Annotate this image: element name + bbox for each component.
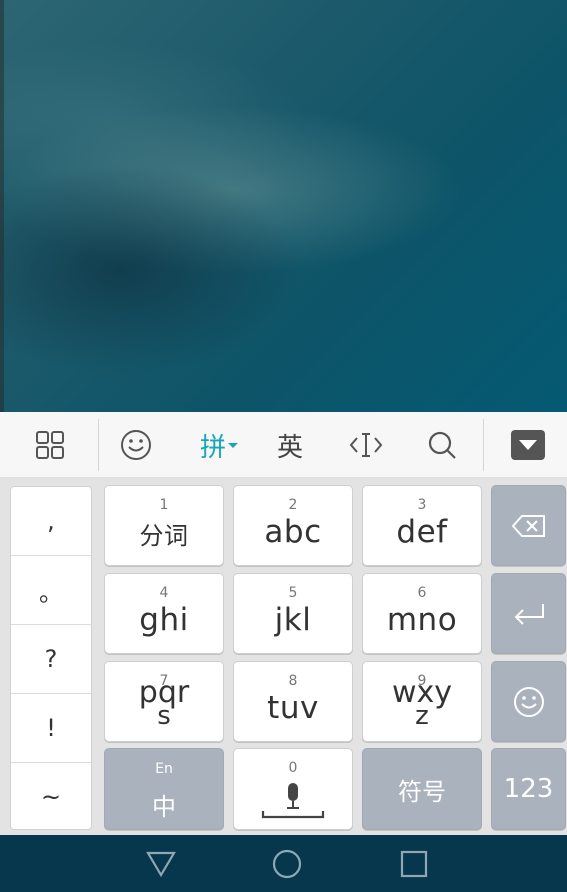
key-5-jkl[interactable]: 5 jkl — [233, 573, 353, 654]
pinyin-mode-button[interactable]: 拼 — [186, 412, 252, 478]
chevron-down-icon — [228, 443, 238, 448]
key-9-wxyz[interactable]: 9 wxy z — [362, 661, 482, 742]
symbols-button[interactable]: 符号 — [362, 748, 482, 830]
key-label: mno — [386, 602, 458, 638]
numbers-label: 123 — [503, 774, 554, 804]
emoji-button[interactable] — [491, 661, 566, 742]
apps-grid-icon[interactable] — [20, 412, 80, 478]
pinyin-label: 拼 — [199, 432, 226, 463]
key-2-abc[interactable]: 2 abc — [233, 485, 353, 566]
key-sub-label: z — [415, 701, 429, 731]
wallpaper — [0, 0, 567, 412]
key-number: 4 — [159, 585, 169, 601]
english-mode-button[interactable]: 英 — [262, 412, 318, 478]
key-label: 分词 — [139, 522, 189, 550]
space-voice-button[interactable]: 0 — [233, 748, 353, 830]
language-switch-button[interactable]: En 中 — [104, 748, 224, 830]
punct-key[interactable]: , — [11, 487, 91, 556]
key-3-def[interactable]: 3 def — [362, 485, 482, 566]
english-label: 英 — [276, 432, 303, 463]
key-number: 8 — [288, 673, 298, 689]
key-7-pqrs[interactable]: 7 pqr s — [104, 661, 224, 742]
key-6-mno[interactable]: 6 mno — [362, 573, 482, 654]
key-number: 1 — [159, 497, 169, 513]
emoji-icon[interactable] — [106, 412, 166, 478]
cursor-edit-icon[interactable] — [338, 412, 394, 478]
punct-key[interactable]: ~ — [11, 763, 91, 829]
hide-keyboard-icon[interactable] — [500, 412, 556, 478]
microphone-icon — [234, 781, 352, 821]
toolbar-divider — [98, 419, 99, 471]
punctuation-column[interactable]: , 。 ? ! ~ — [10, 486, 92, 830]
key-label: ghi — [139, 602, 189, 638]
symbols-label: 符号 — [398, 777, 446, 806]
key-number: 0 — [288, 760, 298, 776]
numbers-button[interactable]: 123 — [491, 748, 566, 830]
home-circle-icon[interactable] — [257, 835, 317, 892]
enter-button[interactable] — [491, 573, 566, 654]
punct-key[interactable]: ! — [11, 694, 91, 763]
key-sub-label: s — [157, 701, 171, 731]
key-label: def — [396, 514, 448, 550]
key-label: abc — [264, 514, 322, 550]
backspace-icon — [492, 486, 565, 565]
t9-keyboard: , 。 ? ! ~ 1 分词 2 abc 3 def 4 ghi 5 jkl 6… — [0, 478, 567, 835]
search-icon[interactable] — [414, 412, 470, 478]
recents-square-icon[interactable] — [384, 835, 444, 892]
toolbar-divider — [483, 419, 484, 471]
key-1-segment[interactable]: 1 分词 — [104, 485, 224, 566]
system-navbar — [0, 835, 567, 892]
ime-toolbar: 拼 英 — [0, 412, 567, 478]
key-number: 5 — [288, 585, 298, 601]
language-main-label: 中 — [152, 793, 176, 821]
key-number: 3 — [417, 497, 427, 513]
key-8-tuv[interactable]: 8 tuv — [233, 661, 353, 742]
screen-edge — [0, 0, 4, 412]
key-label: jkl — [274, 602, 312, 638]
key-number: 6 — [417, 585, 427, 601]
punct-key[interactable]: ? — [11, 625, 91, 694]
key-number: 2 — [288, 497, 298, 513]
punct-key[interactable]: 。 — [11, 556, 91, 625]
key-label: tuv — [267, 690, 319, 726]
language-small-label: En — [155, 761, 173, 777]
emoji-icon — [492, 662, 565, 741]
backspace-button[interactable] — [491, 485, 566, 566]
key-4-ghi[interactable]: 4 ghi — [104, 573, 224, 654]
enter-icon — [492, 574, 565, 653]
back-triangle-icon[interactable] — [131, 835, 191, 892]
